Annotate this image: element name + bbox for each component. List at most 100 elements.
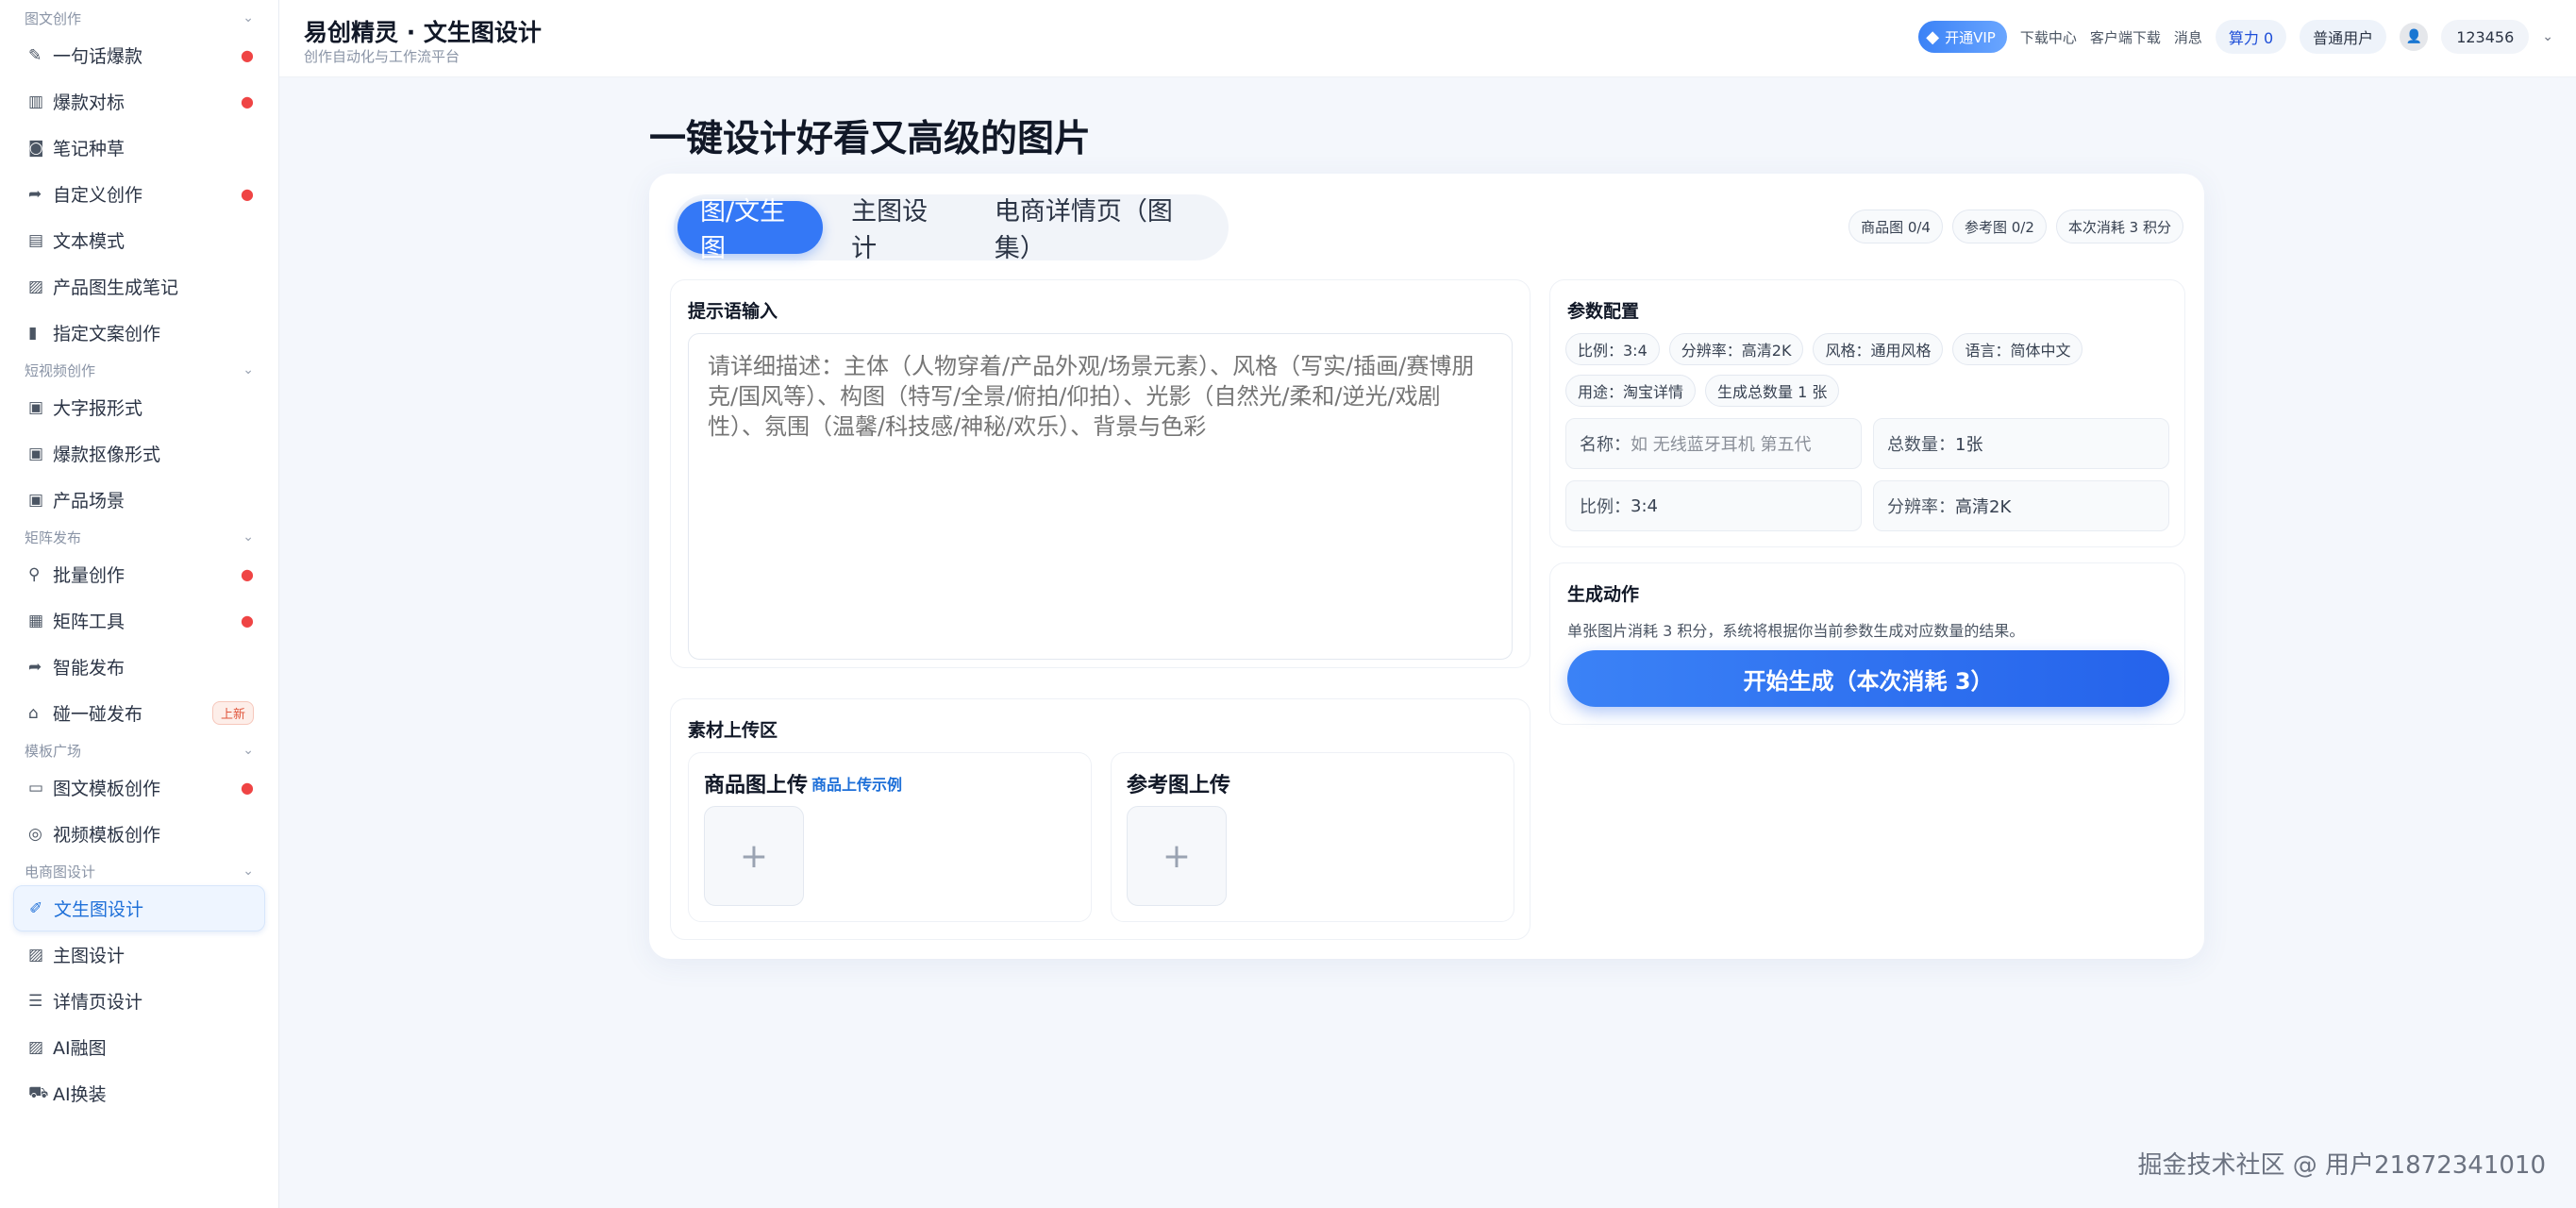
usage-chip[interactable]: 用途：淘宝详情: [1565, 375, 1697, 407]
sidebar-item[interactable]: ✐ 文生图设计: [13, 885, 265, 931]
tab-detail-page[interactable]: 电商详情页（图集）: [972, 197, 1225, 263]
chevron-down-icon[interactable]: ⌄: [243, 743, 254, 758]
total-value: 1张: [1955, 435, 1983, 455]
hot-flame-icon: ●: [241, 92, 254, 110]
chevron-down-icon[interactable]: ⌄: [2542, 29, 2553, 44]
sidebar-section-header[interactable]: 矩阵发布 ⌄: [0, 523, 278, 551]
network-icon: ⚲: [28, 564, 41, 584]
sidebar-item-label: 文本模式: [53, 231, 125, 252]
brush-icon: ✐: [29, 898, 43, 918]
ratio-value: 3:4: [1631, 495, 1658, 516]
mode-tabs: 图/文生图 主图设计 电商详情页（图集）: [674, 194, 1229, 263]
sidebar-item-label: 碰一碰发布: [53, 704, 143, 725]
client-download-link[interactable]: 客户端下载: [2090, 27, 2161, 47]
chevron-down-icon[interactable]: ⌄: [243, 529, 254, 545]
list-doc-icon: ☰: [28, 991, 43, 1011]
quantity-chip[interactable]: 生成总数量 1 张: [1705, 375, 1840, 407]
product-example-link[interactable]: 商品上传示例: [811, 772, 902, 795]
bar-chart-icon: ▥: [28, 92, 44, 111]
chevron-down-icon[interactable]: ⌄: [243, 864, 254, 879]
sidebar-item[interactable]: ◎ 视频模板创作: [13, 811, 265, 857]
tab-main-image[interactable]: 主图设计: [828, 197, 966, 263]
share-arrow-icon: ➦: [28, 657, 42, 677]
sidebar-section-header[interactable]: 模板广场 ⌄: [0, 736, 278, 764]
sidebar-item[interactable]: ▣ 大字报形式: [13, 384, 265, 430]
sidebar-section-title: 短视频创作: [25, 361, 96, 379]
sidebar-item[interactable]: ✎ 一句话爆款 ●: [13, 32, 265, 78]
cost-chip: 本次消耗 3 积分: [2055, 210, 2183, 243]
doc-icon: ▮: [28, 323, 38, 343]
sidebar-item[interactable]: ▣ 产品场景: [13, 477, 265, 523]
sidebar-item[interactable]: ▮ 指定文案创作: [13, 310, 265, 356]
sidebar-item-label: AI换装: [53, 1084, 107, 1105]
name-placeholder: 如 无线蓝牙耳机 第五代: [1631, 435, 1812, 455]
sidebar-section-header[interactable]: 图文创作 ⌄: [0, 4, 278, 32]
page-title: 一键设计好看又高级的图片: [649, 118, 1092, 160]
sidebar-item[interactable]: ☰ 详情页设计: [13, 978, 265, 1024]
chevron-down-icon[interactable]: ⌄: [243, 362, 254, 378]
sidebar-item-label: 产品场景: [53, 491, 125, 512]
sidebar-section-title: 图文创作: [25, 9, 82, 27]
upload-panel: 素材上传区 商品图上传 商品上传示例 + 参考图上传 +: [670, 698, 1531, 940]
resolution-chip[interactable]: 分辨率：高清2K: [1668, 333, 1804, 365]
image-icon: ▨: [28, 1037, 44, 1057]
sidebar-item[interactable]: ▤ 文本模式: [13, 217, 265, 263]
calendar-icon: ▣: [28, 490, 44, 510]
style-chip[interactable]: 风格：通用风格: [1813, 333, 1944, 365]
sidebar-item[interactable]: ▨ AI融图: [13, 1024, 265, 1070]
params-panel: 参数配置 比例：3:4 分辨率：高清2K 风格：通用风格 语言：简体中文 用途：…: [1549, 279, 2185, 547]
sidebar-item[interactable]: ➦ 自定义创作 ●: [13, 171, 265, 217]
product-add-button[interactable]: +: [704, 806, 804, 906]
calendar-icon: ▣: [28, 397, 44, 417]
tab-text-to-image[interactable]: 图/文生图: [677, 197, 824, 263]
ratio-field[interactable]: 比例： 3:4: [1565, 480, 1862, 531]
sidebar-item[interactable]: ▨ 主图设计: [13, 931, 265, 978]
generate-button[interactable]: 开始生成（本次消耗 3）: [1567, 650, 2169, 707]
sidebar-item[interactable]: ▣ 爆款抠像形式: [13, 430, 265, 477]
username-button[interactable]: 123456: [2441, 20, 2530, 54]
reference-count-chip: 参考图 0/2: [1951, 210, 2047, 243]
messages-link[interactable]: 消息: [2174, 27, 2202, 47]
sidebar-item[interactable]: ▭ 图文模板创作 ●: [13, 764, 265, 811]
avatar[interactable]: 👤: [2400, 23, 2429, 51]
chevron-down-icon[interactable]: ⌄: [243, 10, 254, 25]
design-card: 图/文生图 主图设计 电商详情页（图集） 商品图 0/4 参考图 0/2 本次消…: [649, 174, 2204, 959]
diamond-icon: ◆: [1926, 26, 1940, 47]
user-type-badge[interactable]: 普通用户: [2300, 20, 2387, 54]
sidebar-section-header[interactable]: 短视频创作 ⌄: [0, 356, 278, 384]
camera-icon: ◙: [28, 138, 44, 158]
language-chip[interactable]: 语言：简体中文: [1952, 333, 2083, 365]
prompt-input[interactable]: [688, 333, 1513, 660]
product-count-chip: 商品图 0/4: [1848, 210, 1943, 243]
sidebar-item[interactable]: ⚲ 批量创作 ●: [13, 551, 265, 597]
sidebar-item[interactable]: ▨ 产品图生成笔记: [13, 263, 265, 310]
name-field[interactable]: 名称： 如 无线蓝牙耳机 第五代: [1565, 418, 1862, 469]
download-center-link[interactable]: 下载中心: [2020, 27, 2077, 47]
resolution-field[interactable]: 分辨率： 高清2K: [1873, 480, 2169, 531]
power-balance[interactable]: 算力 0: [2215, 20, 2287, 54]
hot-flame-icon: ●: [241, 185, 254, 203]
vip-button[interactable]: ◆ 开通VIP: [1918, 21, 2007, 53]
sidebar-item-label: 详情页设计: [53, 992, 143, 1013]
sidebar-section-title: 模板广场: [25, 742, 82, 760]
sidebar-item[interactable]: ◙ 笔记种草: [13, 125, 265, 171]
sidebar-item-label: 批量创作: [53, 565, 125, 586]
sidebar-section-title: 矩阵发布: [25, 528, 82, 546]
sidebar-section-title: 电商图设计: [25, 863, 96, 881]
sidebar-item[interactable]: ➦ 智能发布: [13, 644, 265, 690]
sidebar-item[interactable]: ▥ 爆款对标 ●: [13, 78, 265, 125]
sidebar-item[interactable]: ⌂ 碰一碰发布 上新: [13, 690, 265, 736]
reference-add-button[interactable]: +: [1127, 806, 1227, 906]
total-label: 总数量：: [1887, 435, 1955, 455]
sidebar-item-label: 指定文案创作: [53, 324, 161, 344]
generate-title: 生成动作: [1567, 584, 1640, 605]
sidebar: 图文创作 ⌄ ✎ 一句话爆款 ● ▥ 爆款对标 ● ◙ 笔记种草 ➦ 自定义创作 ● ▤ 文本模式 ▨ 产品图生…: [0, 0, 279, 1208]
sidebar-item[interactable]: ⛟ AI换装: [13, 1070, 265, 1116]
total-field[interactable]: 总数量： 1张: [1873, 418, 2169, 469]
prompt-title: 提示语输入: [688, 301, 778, 322]
app-title: 易创精灵 · 文生图设计: [304, 19, 542, 46]
sidebar-item-label: 爆款抠像形式: [53, 445, 161, 465]
sidebar-section-header[interactable]: 电商图设计 ⌄: [0, 857, 278, 885]
sidebar-item[interactable]: ▦ 矩阵工具 ●: [13, 597, 265, 644]
ratio-chip[interactable]: 比例：3:4: [1565, 333, 1660, 365]
